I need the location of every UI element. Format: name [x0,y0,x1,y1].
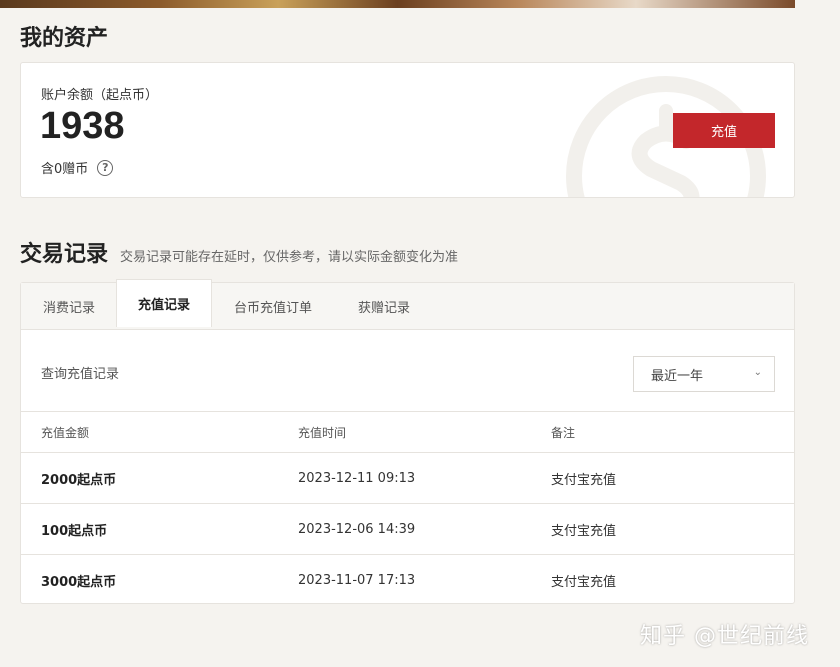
table-header: 充值金额 充值时间 备注 [21,411,794,453]
row-amount: 2000起点币 [41,472,117,488]
row-amount: 3000起点币 [41,575,117,590]
transactions-header: 交易记录 交易记录可能存在延时，仅供参考，请以实际金额变化为准 [20,236,458,268]
balance-label: 账户余额（起点币） [41,88,159,103]
row-time: 2023-12-06 14:39 [298,521,416,537]
asset-card: 账户余额（起点币） 1938 含0赠币 ? 充值 [20,62,795,198]
transactions-note: 交易记录可能存在延时，仅供参考，请以实际金额变化为准 [120,250,459,265]
table-row: 100起点币 2023-12-06 14:39 支付宝充值 [21,504,794,555]
chevron-down-icon: ⌄ [753,367,762,378]
column-time: 充值时间 [298,425,347,440]
range-select[interactable]: 最近一年 ⌄ [633,356,775,392]
gift-coins-text: 含0赠币 [41,162,89,177]
zhihu-watermark: 知乎 @世纪前线 [640,624,809,649]
transactions-card: 消费记录 充值记录 台币充值订单 获赠记录 查询充值记录 最近一年 ⌄ 充值金额… [20,279,795,606]
tab-consumption[interactable]: 消费记录 [21,283,117,330]
row-amount: 100起点币 [41,523,108,539]
row-note: 支付宝充值 [551,472,617,488]
row-time: 2023-12-11 09:13 [298,470,416,486]
gift-coins-row: 含0赠币 ? [41,158,114,177]
help-icon[interactable]: ? [97,159,114,176]
tab-bar: 消费记录 充值记录 台币充值订单 获赠记录 [21,279,794,330]
transactions-title: 交易记录 [20,241,109,267]
tab-twd-orders[interactable]: 台币充值订单 [212,283,334,330]
column-note: 备注 [551,425,576,440]
recharge-button[interactable]: 充值 [673,113,775,148]
row-note: 支付宝充值 [551,523,617,539]
table-row: 3000起点币 2023-11-07 17:13 支付宝充值 [21,555,794,606]
assets-title: 我的资产 [20,25,109,51]
range-select-value: 最近一年 [651,368,704,384]
table-row: 2000起点币 2023-12-11 09:13 支付宝充值 [21,453,794,504]
row-time: 2023-11-07 17:13 [298,573,416,588]
tab-recharge[interactable]: 充值记录 [116,279,212,327]
tab-gifts[interactable]: 获赠记录 [334,283,434,330]
top-banner-image [0,0,795,8]
balance-value: 1938 [40,105,125,147]
row-note: 支付宝充值 [551,575,617,590]
column-amount: 充值金额 [41,425,90,440]
query-label: 查询充值记录 [41,367,120,382]
